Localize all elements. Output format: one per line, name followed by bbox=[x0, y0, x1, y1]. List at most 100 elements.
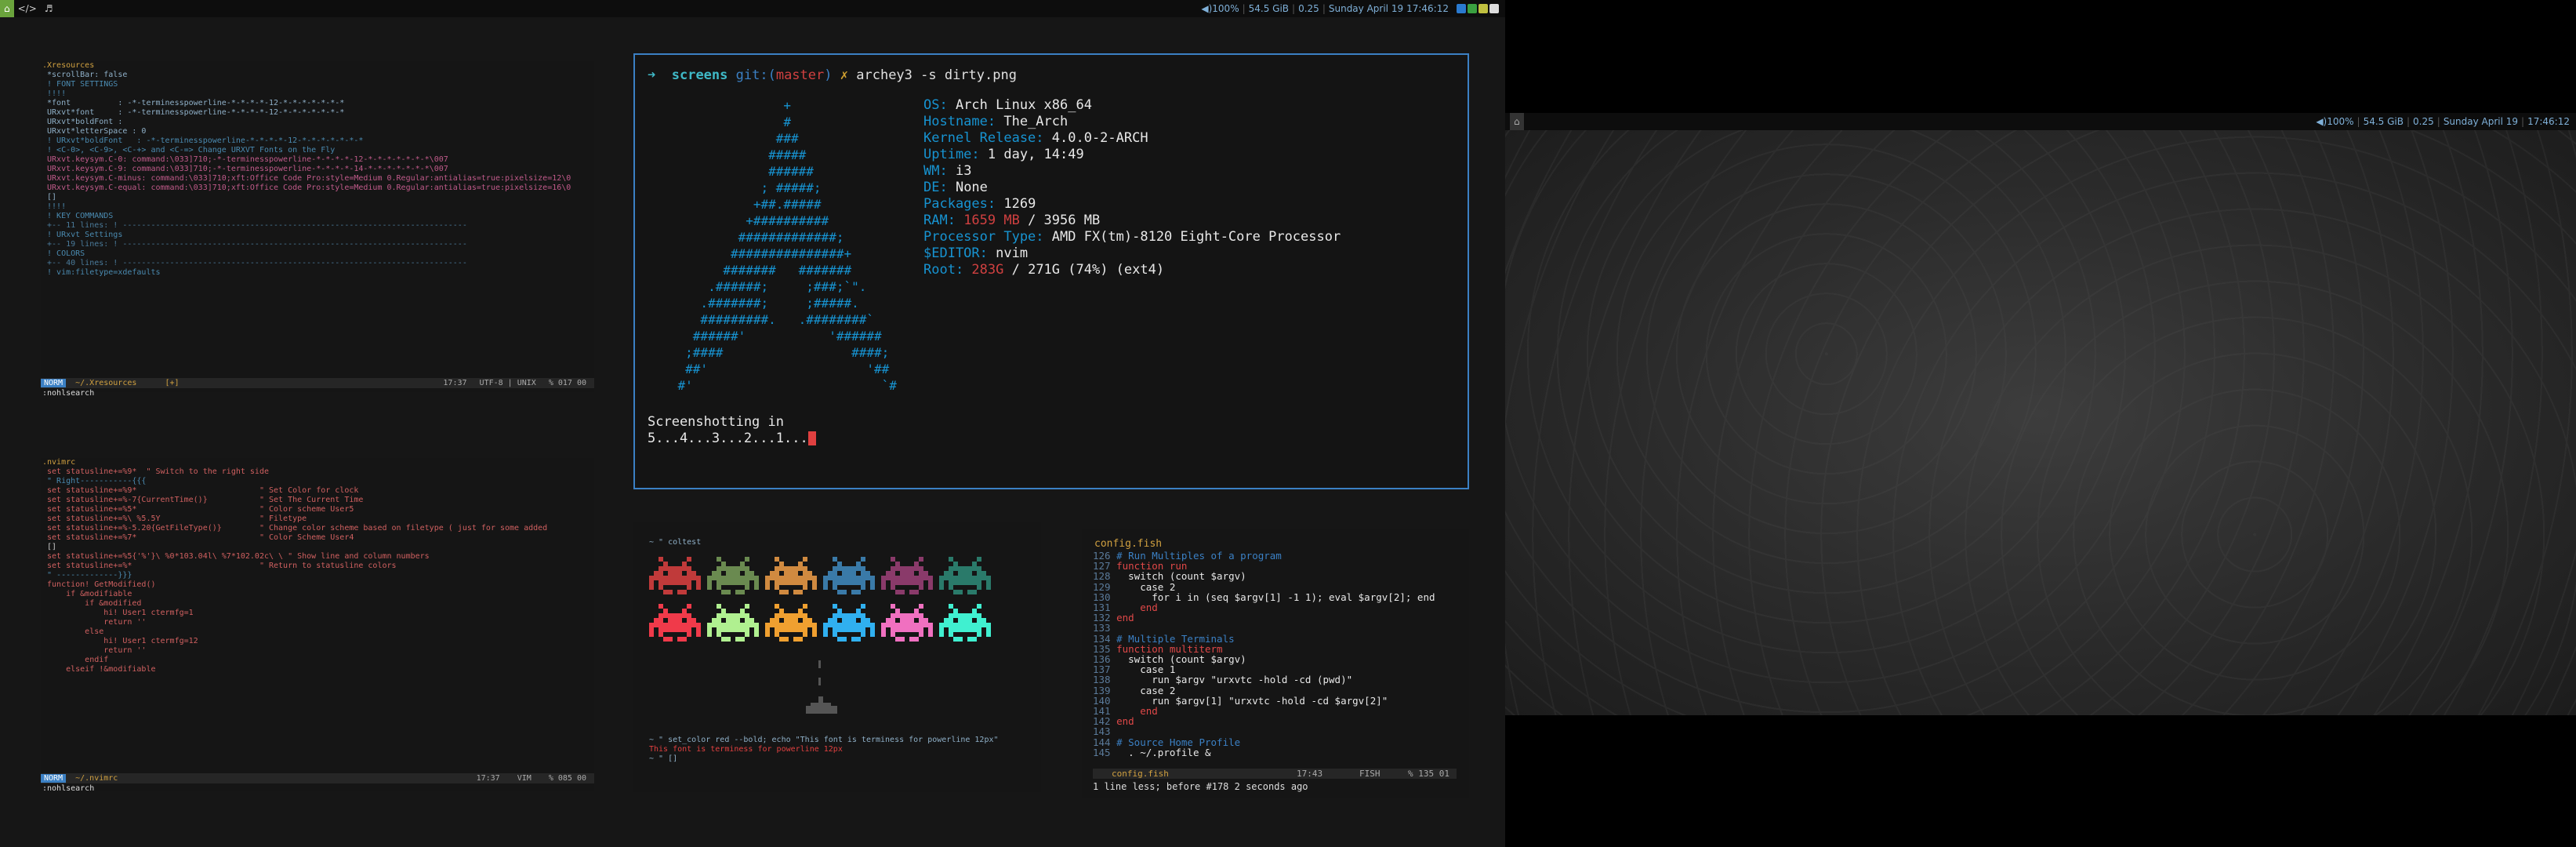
command-line[interactable]: :nohlsearch bbox=[42, 784, 94, 794]
workspace-list: ⌂ </> ♬ bbox=[0, 0, 57, 17]
colortest-prompt-2[interactable]: ~ " [] bbox=[649, 754, 677, 764]
load-indicator: 0.25 bbox=[2413, 116, 2434, 127]
info-key: Packages: bbox=[923, 196, 1004, 212]
info-key: Uptime: bbox=[923, 147, 988, 162]
space-invader-icon bbox=[939, 604, 991, 642]
right-monitor: ⌂ ◀)100% | 54.5 GiB | 0.25 | Sunday Apri… bbox=[1505, 0, 2576, 847]
buffer-line: ! URxvt*boldFont : -*-terminesspowerline… bbox=[42, 136, 364, 145]
buffer-line: " -------------}}} bbox=[42, 571, 132, 580]
buffer-line: set statusline+=%\ %5.5Y " Filetype bbox=[42, 514, 307, 523]
buffer-line: endif bbox=[42, 656, 109, 664]
prompt-branch: master bbox=[775, 67, 825, 83]
fish-title: config.fish bbox=[1094, 538, 1163, 550]
buffer-line: set statusline+=%9* " Set Color for cloc… bbox=[42, 486, 359, 495]
info-row: Uptime: 1 day, 14:49 bbox=[923, 147, 1341, 163]
buffer-line: URxvt.keysym.C-9: command:\033]710;-*-te… bbox=[42, 165, 448, 173]
space-invader-icon bbox=[707, 557, 759, 594]
buffer-line: *font : -*-terminesspowerline-*-*-*-*-12… bbox=[42, 99, 345, 107]
mode-indicator: NORM bbox=[41, 379, 67, 387]
status-filetype: VIM bbox=[517, 774, 532, 783]
info-row: Kernel Release: 4.0.0-2-ARCH bbox=[923, 130, 1341, 147]
buffer-line: hi! User1 ctermfg=12 bbox=[42, 637, 198, 645]
buffer-line: 141 end bbox=[1093, 706, 1435, 716]
top-bar-secondary: ⌂ ◀)100% | 54.5 GiB | 0.25 | Sunday Apri… bbox=[1505, 113, 2576, 130]
workspace-1[interactable]: ⌂ bbox=[0, 0, 14, 17]
buffer-line: return '' bbox=[42, 646, 147, 655]
info-row: Processor Type: AMD FX(tm)-8120 Eight-Co… bbox=[923, 229, 1341, 245]
buffer-line: ! KEY COMMANDS bbox=[42, 212, 114, 220]
info-row: DE: None bbox=[923, 180, 1341, 196]
volume-indicator[interactable]: ◀)100% bbox=[1201, 0, 1239, 17]
line-number: 145 bbox=[1093, 746, 1117, 758]
clock: 17:46:12 bbox=[1406, 3, 1449, 14]
buffer-line: !!!! bbox=[42, 89, 67, 98]
info-value: 4.0.0-2-ARCH bbox=[1051, 130, 1148, 146]
space-invader-icon bbox=[823, 557, 875, 594]
command-line[interactable]: 1 line less; before #178 2 seconds ago bbox=[1093, 781, 1308, 792]
status-filetype: FISH bbox=[1359, 769, 1381, 779]
buffer-line: !!!! bbox=[42, 202, 67, 211]
buffer-line: URxvt*font : -*-terminesspowerline-*-*-*… bbox=[42, 108, 345, 117]
left-monitor: ⌂ </> ♬ ◀)100% | 54.5 GiB | 0.25 | Sunda… bbox=[0, 0, 1505, 847]
nvimrc-buffer[interactable]: .nvimrc set statusline+=%9* " Switch to … bbox=[41, 458, 594, 674]
info-row: WM: i3 bbox=[923, 163, 1341, 180]
buffer-line: *scrollBar: false bbox=[42, 71, 128, 79]
desktop-wallpaper bbox=[1505, 113, 2576, 715]
volume-indicator[interactable]: ◀)100% bbox=[2316, 113, 2353, 130]
colortest-output: This font is terminess for powerline 12p… bbox=[649, 745, 843, 754]
buffer-line: 131 end bbox=[1093, 602, 1435, 613]
fish-buffer[interactable]: 126 # Run Multiples of a program 127 func… bbox=[1093, 551, 1435, 758]
buffer-line: .nvimrc bbox=[42, 458, 76, 467]
fish-config-editor-window[interactable]: config.fish 126 # Run Multiples of a pro… bbox=[1082, 529, 1469, 798]
space-invader-icon bbox=[649, 557, 701, 594]
tray-icon-1[interactable] bbox=[1457, 4, 1466, 13]
info-value: 1269 bbox=[1003, 196, 1036, 212]
top-bar: ⌂ </> ♬ ◀)100% | 54.5 GiB | 0.25 | Sunda… bbox=[0, 0, 1505, 17]
archey-terminal-window[interactable]: ➜ screens git:(master) ✗ archey3 -s dirt… bbox=[633, 53, 1469, 489]
space-invader-icon bbox=[881, 604, 933, 642]
workspace-3[interactable]: ♬ bbox=[41, 0, 57, 17]
status-filename: config.fish bbox=[1112, 769, 1169, 779]
info-row: $EDITOR: nvim bbox=[923, 245, 1341, 262]
buffer-line: else bbox=[42, 627, 104, 636]
shell-prompt: ➜ screens git:(master) ✗ archey3 -s dirt… bbox=[648, 67, 1017, 83]
buffer-line: function! GetModified() bbox=[42, 580, 156, 589]
status-encoding: UTF-8 | UNIX bbox=[479, 379, 536, 387]
buffer-line: URxvt*boldFont : bbox=[42, 118, 123, 126]
info-value: None bbox=[955, 180, 988, 195]
line-text: for i in (seq $argv[1] -1 1); eval $argv… bbox=[1116, 591, 1435, 603]
tray-icon-4[interactable] bbox=[1489, 4, 1499, 13]
buffer-line: set statusline+=%5{'%'}\ %0*103.04l\ %7*… bbox=[42, 552, 430, 561]
info-key: WM: bbox=[923, 163, 956, 179]
status-area: ◀)100% | 54.5 GiB | 0.25 | Sunday April … bbox=[1201, 0, 1499, 17]
memory-indicator: 54.5 GiB bbox=[1248, 3, 1290, 14]
info-key: Kernel Release: bbox=[923, 130, 1052, 146]
space-invader-icon bbox=[707, 604, 759, 642]
command-line[interactable]: :nohlsearch bbox=[42, 389, 94, 398]
buffer-line: ! vim:filetype=xdefaults bbox=[42, 268, 161, 277]
info-value: i3 bbox=[955, 163, 972, 179]
xresources-buffer[interactable]: .Xresources *scrollBar: false ! FONT SET… bbox=[41, 61, 594, 278]
buffer-line: elseif !&modifiable bbox=[42, 665, 156, 674]
buffer-line: ! URxvt Settings bbox=[42, 231, 123, 239]
status-position: % 135 01 bbox=[1408, 769, 1449, 779]
buffer-line: hi! User1 ctermfg=1 bbox=[42, 609, 194, 617]
colortest-terminal-window[interactable]: ~ " coltest ~ " set_color red --bold; ec… bbox=[633, 522, 1041, 792]
xresources-editor-window[interactable]: .Xresources *scrollBar: false ! FONT SET… bbox=[41, 61, 594, 398]
buffer-line: .Xresources bbox=[42, 61, 95, 70]
tray-icon-3[interactable] bbox=[1478, 4, 1488, 13]
workspace-secondary[interactable]: ⌂ bbox=[1510, 113, 1524, 130]
nvimrc-editor-window[interactable]: .nvimrc set statusline+=%9* " Switch to … bbox=[41, 458, 594, 794]
status-time: 17:37 bbox=[443, 379, 467, 387]
xresources-statusline: NORM ~/.Xresources [+] 17:37 UTF-8 | UNI… bbox=[41, 378, 594, 388]
buffer-line: +-- 11 lines: ! ------------------------… bbox=[42, 221, 467, 230]
tray-icon-2[interactable] bbox=[1468, 4, 1477, 13]
info-value: / 271G (74%) (ext4) bbox=[1003, 262, 1165, 278]
buffer-line: URxvt.keysym.C-minus: command:\033]710;x… bbox=[42, 174, 571, 183]
info-key: $EDITOR: bbox=[923, 245, 996, 261]
status-position: % 085 00 bbox=[548, 774, 586, 783]
workspace-2[interactable]: </> bbox=[14, 0, 41, 17]
terminal-cursor bbox=[807, 431, 816, 445]
buffer-line: URxvt.keysym.C-equal: command:\033]710;x… bbox=[42, 184, 571, 192]
buffer-line: 145 . ~/.profile & bbox=[1093, 747, 1435, 758]
